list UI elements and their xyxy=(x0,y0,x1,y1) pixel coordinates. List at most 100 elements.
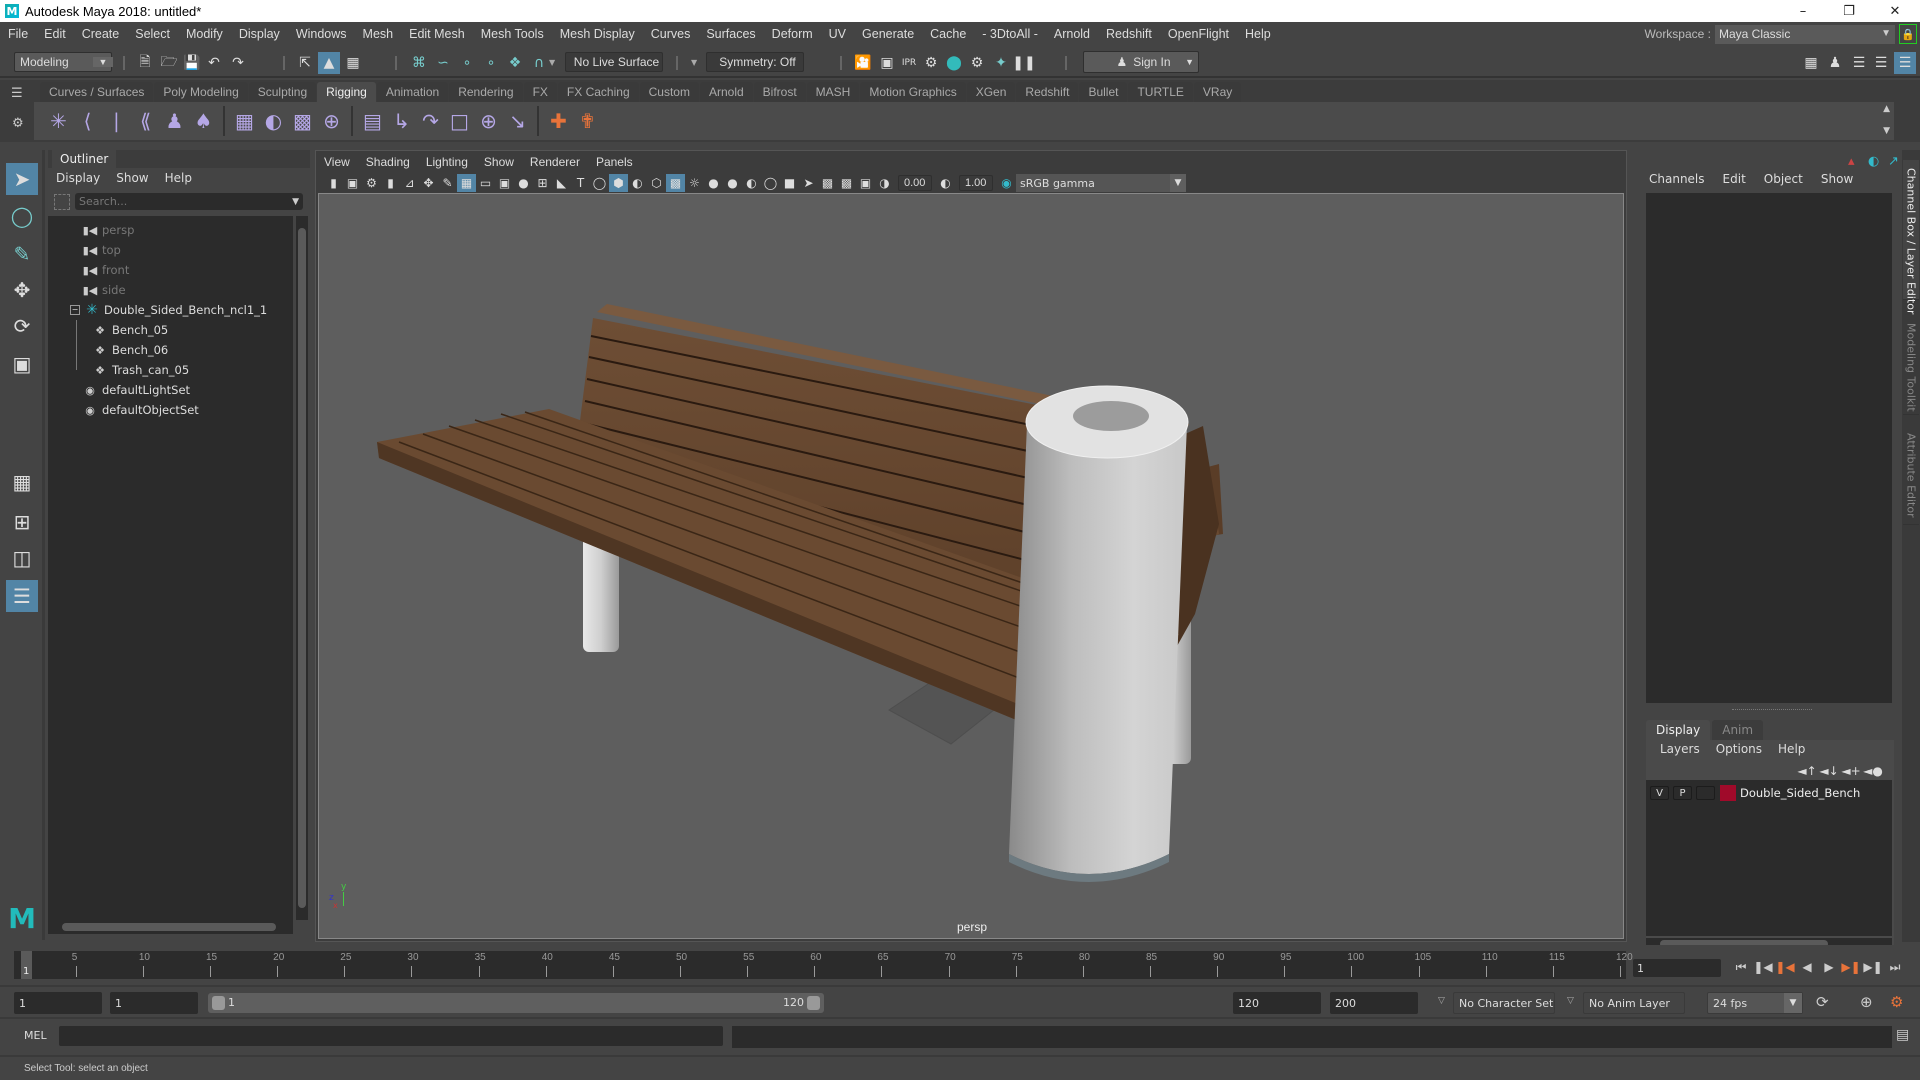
aim-constraint-icon[interactable]: ⊕ xyxy=(474,106,503,136)
character-set-dropdown[interactable]: No Character Set xyxy=(1453,992,1555,1014)
shelf-tab-bullet[interactable]: Bullet xyxy=(1079,82,1128,102)
workspace-lock-icon[interactable]: 🔒 xyxy=(1899,24,1917,44)
hypershade-icon[interactable]: ⬤ xyxy=(943,52,965,74)
close-button[interactable]: ✕ xyxy=(1872,0,1918,22)
scale-tool-icon[interactable]: ▣ xyxy=(6,348,38,380)
anim-layer-dropdown[interactable]: No Anim Layer xyxy=(1583,992,1685,1014)
menu-create[interactable]: Create xyxy=(74,27,128,41)
move-layer-down-icon[interactable]: ◄↓ xyxy=(1818,764,1840,778)
gamma-field[interactable]: 1.00 xyxy=(959,175,993,191)
manipulator-icon[interactable]: ▴ xyxy=(1848,154,1855,169)
shelf-tab-poly-modeling[interactable]: Poly Modeling xyxy=(154,82,248,102)
wireframe-icon[interactable]: ◯ xyxy=(590,174,609,192)
shelf-tab-animation[interactable]: Animation xyxy=(376,82,449,102)
viewport-menu-shading[interactable]: Shading xyxy=(358,155,418,169)
layer-menu-layers[interactable]: Layers xyxy=(1652,742,1708,756)
lock-camera-icon[interactable]: ▣ xyxy=(343,174,362,192)
camera-attributes-icon[interactable]: ⚙ xyxy=(362,174,381,192)
viewport-menu-show[interactable]: Show xyxy=(476,155,522,169)
light-editor-icon[interactable]: ✦ xyxy=(990,52,1012,74)
side-tab-modeling-toolkit[interactable]: Modeling Toolkit xyxy=(1903,315,1919,415)
auto-key-icon[interactable]: ⊕ xyxy=(1860,993,1873,1011)
menu-mesh-display[interactable]: Mesh Display xyxy=(552,27,643,41)
layer-menu-help[interactable]: Help xyxy=(1770,742,1813,756)
select-component-icon[interactable]: ▦ xyxy=(342,52,364,74)
default-material-icon[interactable]: ◐ xyxy=(628,174,647,192)
menu-mesh-tools[interactable]: Mesh Tools xyxy=(473,27,552,41)
single-pane-layout-icon[interactable]: ▦ xyxy=(6,466,38,498)
range-end-handle[interactable] xyxy=(807,996,820,1010)
side-tab-attribute-editor[interactable]: Attribute Editor xyxy=(1903,425,1919,525)
speed-icon[interactable]: ◐ xyxy=(1868,154,1879,169)
menu-help[interactable]: Help xyxy=(1237,27,1279,41)
new-scene-icon[interactable]: 🗎 xyxy=(134,52,156,74)
outliner-item-double-sided-bench[interactable]: − ✳ Double_Sided_Bench_ncl1_1 xyxy=(70,300,267,320)
menu-modify[interactable]: Modify xyxy=(178,27,231,41)
menu-uv[interactable]: UV xyxy=(821,27,854,41)
loop-icon[interactable]: ⟳ xyxy=(1816,993,1829,1011)
menuset-dropdown[interactable]: Modeling ▼ xyxy=(14,52,113,72)
menu-3dtoall[interactable]: - 3DtoAll - xyxy=(974,27,1046,41)
layer-playback-toggle[interactable]: P xyxy=(1673,786,1692,800)
go-to-end-icon[interactable]: ⏭ xyxy=(1884,957,1906,977)
lasso-select-icon[interactable]: ◯ xyxy=(6,200,38,232)
new-layer-icon[interactable]: ◄+ xyxy=(1840,764,1862,778)
outliner-horizontal-scrollbar[interactable] xyxy=(48,920,293,934)
menu-file[interactable]: File xyxy=(0,27,36,41)
paint-select-icon[interactable]: ✎ xyxy=(6,238,38,270)
outliner-item-default-light-set[interactable]: ◉ defaultLightSet xyxy=(82,380,190,400)
tool-settings-toggle-icon[interactable]: ☰ xyxy=(1870,52,1892,74)
safe-action-icon[interactable]: ◣ xyxy=(552,174,571,192)
range-start-handle[interactable] xyxy=(212,996,225,1010)
shelf-settings-icon[interactable]: ⚙ xyxy=(12,116,24,131)
step-back-key-icon[interactable]: ❚◀ xyxy=(1774,957,1796,977)
add-influence-icon[interactable]: ✚ xyxy=(544,106,573,136)
current-time-marker[interactable]: 1 xyxy=(21,951,32,979)
image-plane-icon[interactable]: ⊿ xyxy=(400,174,419,192)
remove-influence-icon[interactable]: ✟ xyxy=(573,106,602,136)
step-back-frame-icon[interactable]: ❚◀ xyxy=(1752,957,1774,977)
snap-curve-icon[interactable]: ∽ xyxy=(432,52,454,74)
exposure-icon[interactable]: ◑ xyxy=(875,174,894,192)
undo-icon[interactable]: ↶ xyxy=(203,52,225,74)
channel-box-menu-edit[interactable]: Edit xyxy=(1714,172,1755,186)
menu-display[interactable]: Display xyxy=(231,27,288,41)
outliner-item-side[interactable]: ▮◀ side xyxy=(82,280,126,300)
depth-of-field-icon[interactable]: ■ xyxy=(780,174,799,192)
live-surface-field[interactable]: No Live Surface xyxy=(565,52,663,72)
bookmark-icon[interactable]: ▮ xyxy=(381,174,400,192)
animation-start-field[interactable]: 1 xyxy=(14,992,102,1014)
trash-can-05[interactable] xyxy=(1009,385,1189,882)
chevron-down-icon[interactable]: ▼ xyxy=(292,197,299,207)
outliner-item-bench-06[interactable]: ❖ Bench_06 xyxy=(92,340,168,360)
layer-color-swatch[interactable] xyxy=(1720,785,1736,801)
pole-vector-icon[interactable]: ↘ xyxy=(503,106,532,136)
shelf-tab-vray[interactable]: VRay xyxy=(1193,82,1242,102)
menu-arnold[interactable]: Arnold xyxy=(1046,27,1098,41)
select-hierarchy-icon[interactable]: ⇱ xyxy=(294,52,316,74)
outliner-item-default-object-set[interactable]: ◉ defaultObjectSet xyxy=(82,400,199,420)
render-settings-icon[interactable]: ⚙ xyxy=(920,52,942,74)
bind-skin-icon[interactable]: ▦ xyxy=(230,106,259,136)
open-scene-icon[interactable]: 🗁 xyxy=(158,52,180,74)
symmetry-field[interactable]: Symmetry: Off xyxy=(706,52,804,72)
lattice-icon[interactable]: ▩ xyxy=(288,106,317,136)
3d-scene[interactable]: y z x persp xyxy=(318,193,1624,939)
layer-name[interactable]: Double_Sided_Bench xyxy=(1740,786,1860,800)
channel-box-toggle-icon[interactable]: ☰ xyxy=(1894,52,1916,74)
grease-pencil-icon[interactable]: ✎ xyxy=(438,174,457,192)
quick-rig-icon[interactable]: ♠ xyxy=(189,106,218,136)
step-forward-key-icon[interactable]: ▶❚ xyxy=(1840,957,1862,977)
scale-constraint-icon[interactable]: □ xyxy=(445,106,474,136)
menu-deform[interactable]: Deform xyxy=(764,27,821,41)
layer-tab-display[interactable]: Display xyxy=(1646,720,1711,740)
viewport-menu-lighting[interactable]: Lighting xyxy=(418,155,476,169)
xray-joints-icon[interactable]: ▣ xyxy=(856,174,875,192)
outliner-item-persp[interactable]: ▮◀ persp xyxy=(82,220,135,240)
outliner-filter-icon[interactable] xyxy=(54,194,70,210)
outliner-search-input[interactable]: Search... ▼ xyxy=(75,193,303,210)
shelf-tab-rigging[interactable]: Rigging xyxy=(317,82,376,102)
render-setup-icon[interactable]: ⚙ xyxy=(966,52,988,74)
viewport-menu-panels[interactable]: Panels xyxy=(588,155,641,169)
shelf-tab-redshift[interactable]: Redshift xyxy=(1016,82,1079,102)
